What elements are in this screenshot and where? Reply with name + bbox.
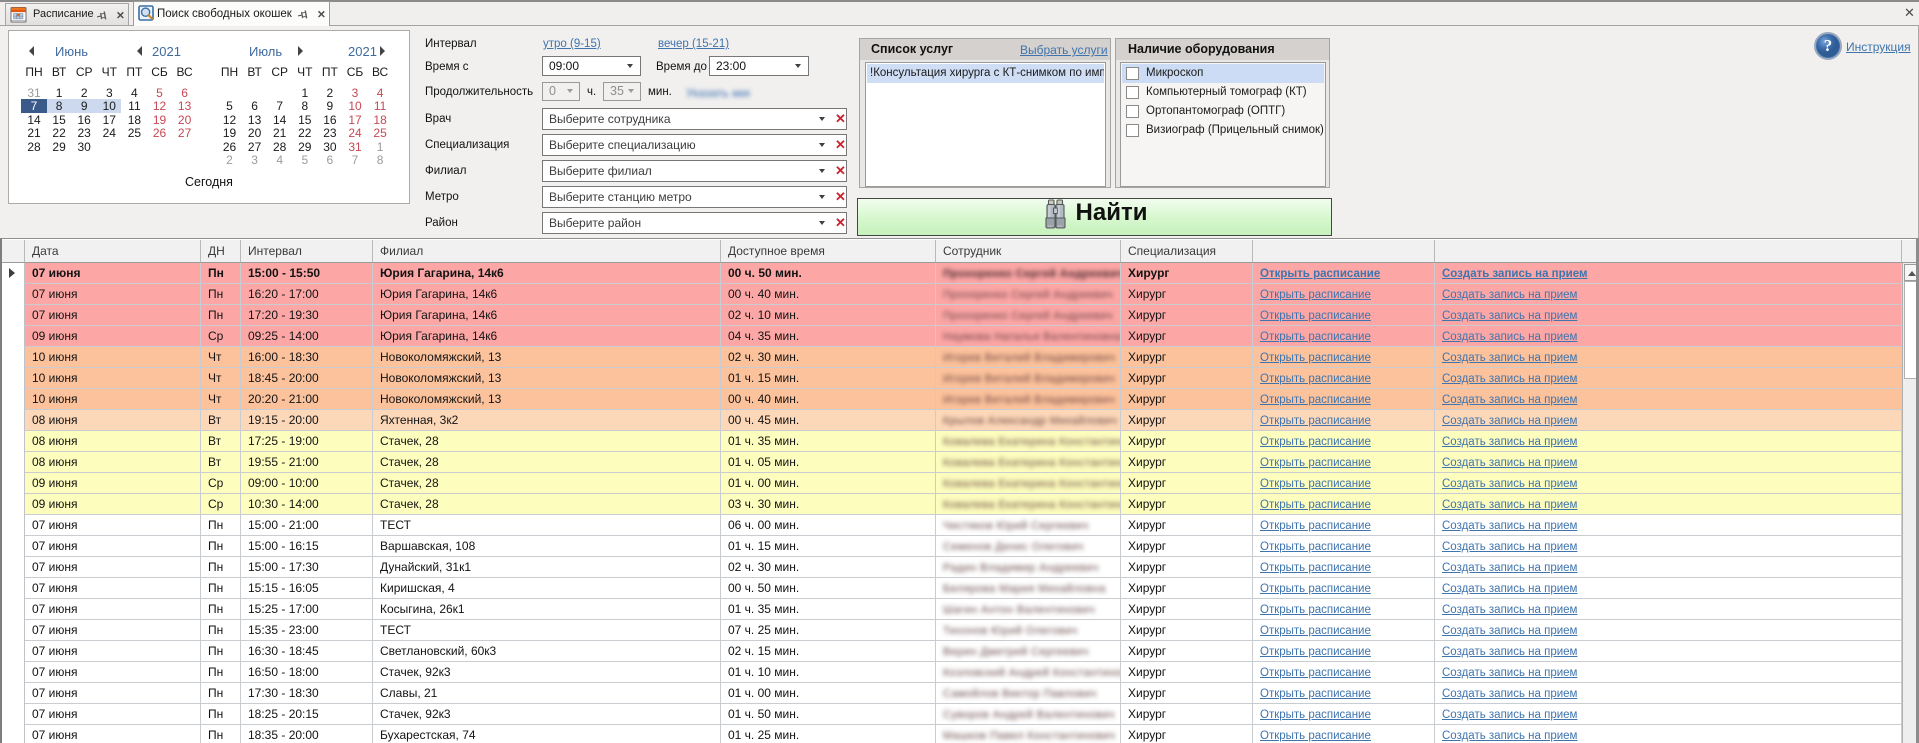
svg-text:?: ? [1824,36,1833,55]
